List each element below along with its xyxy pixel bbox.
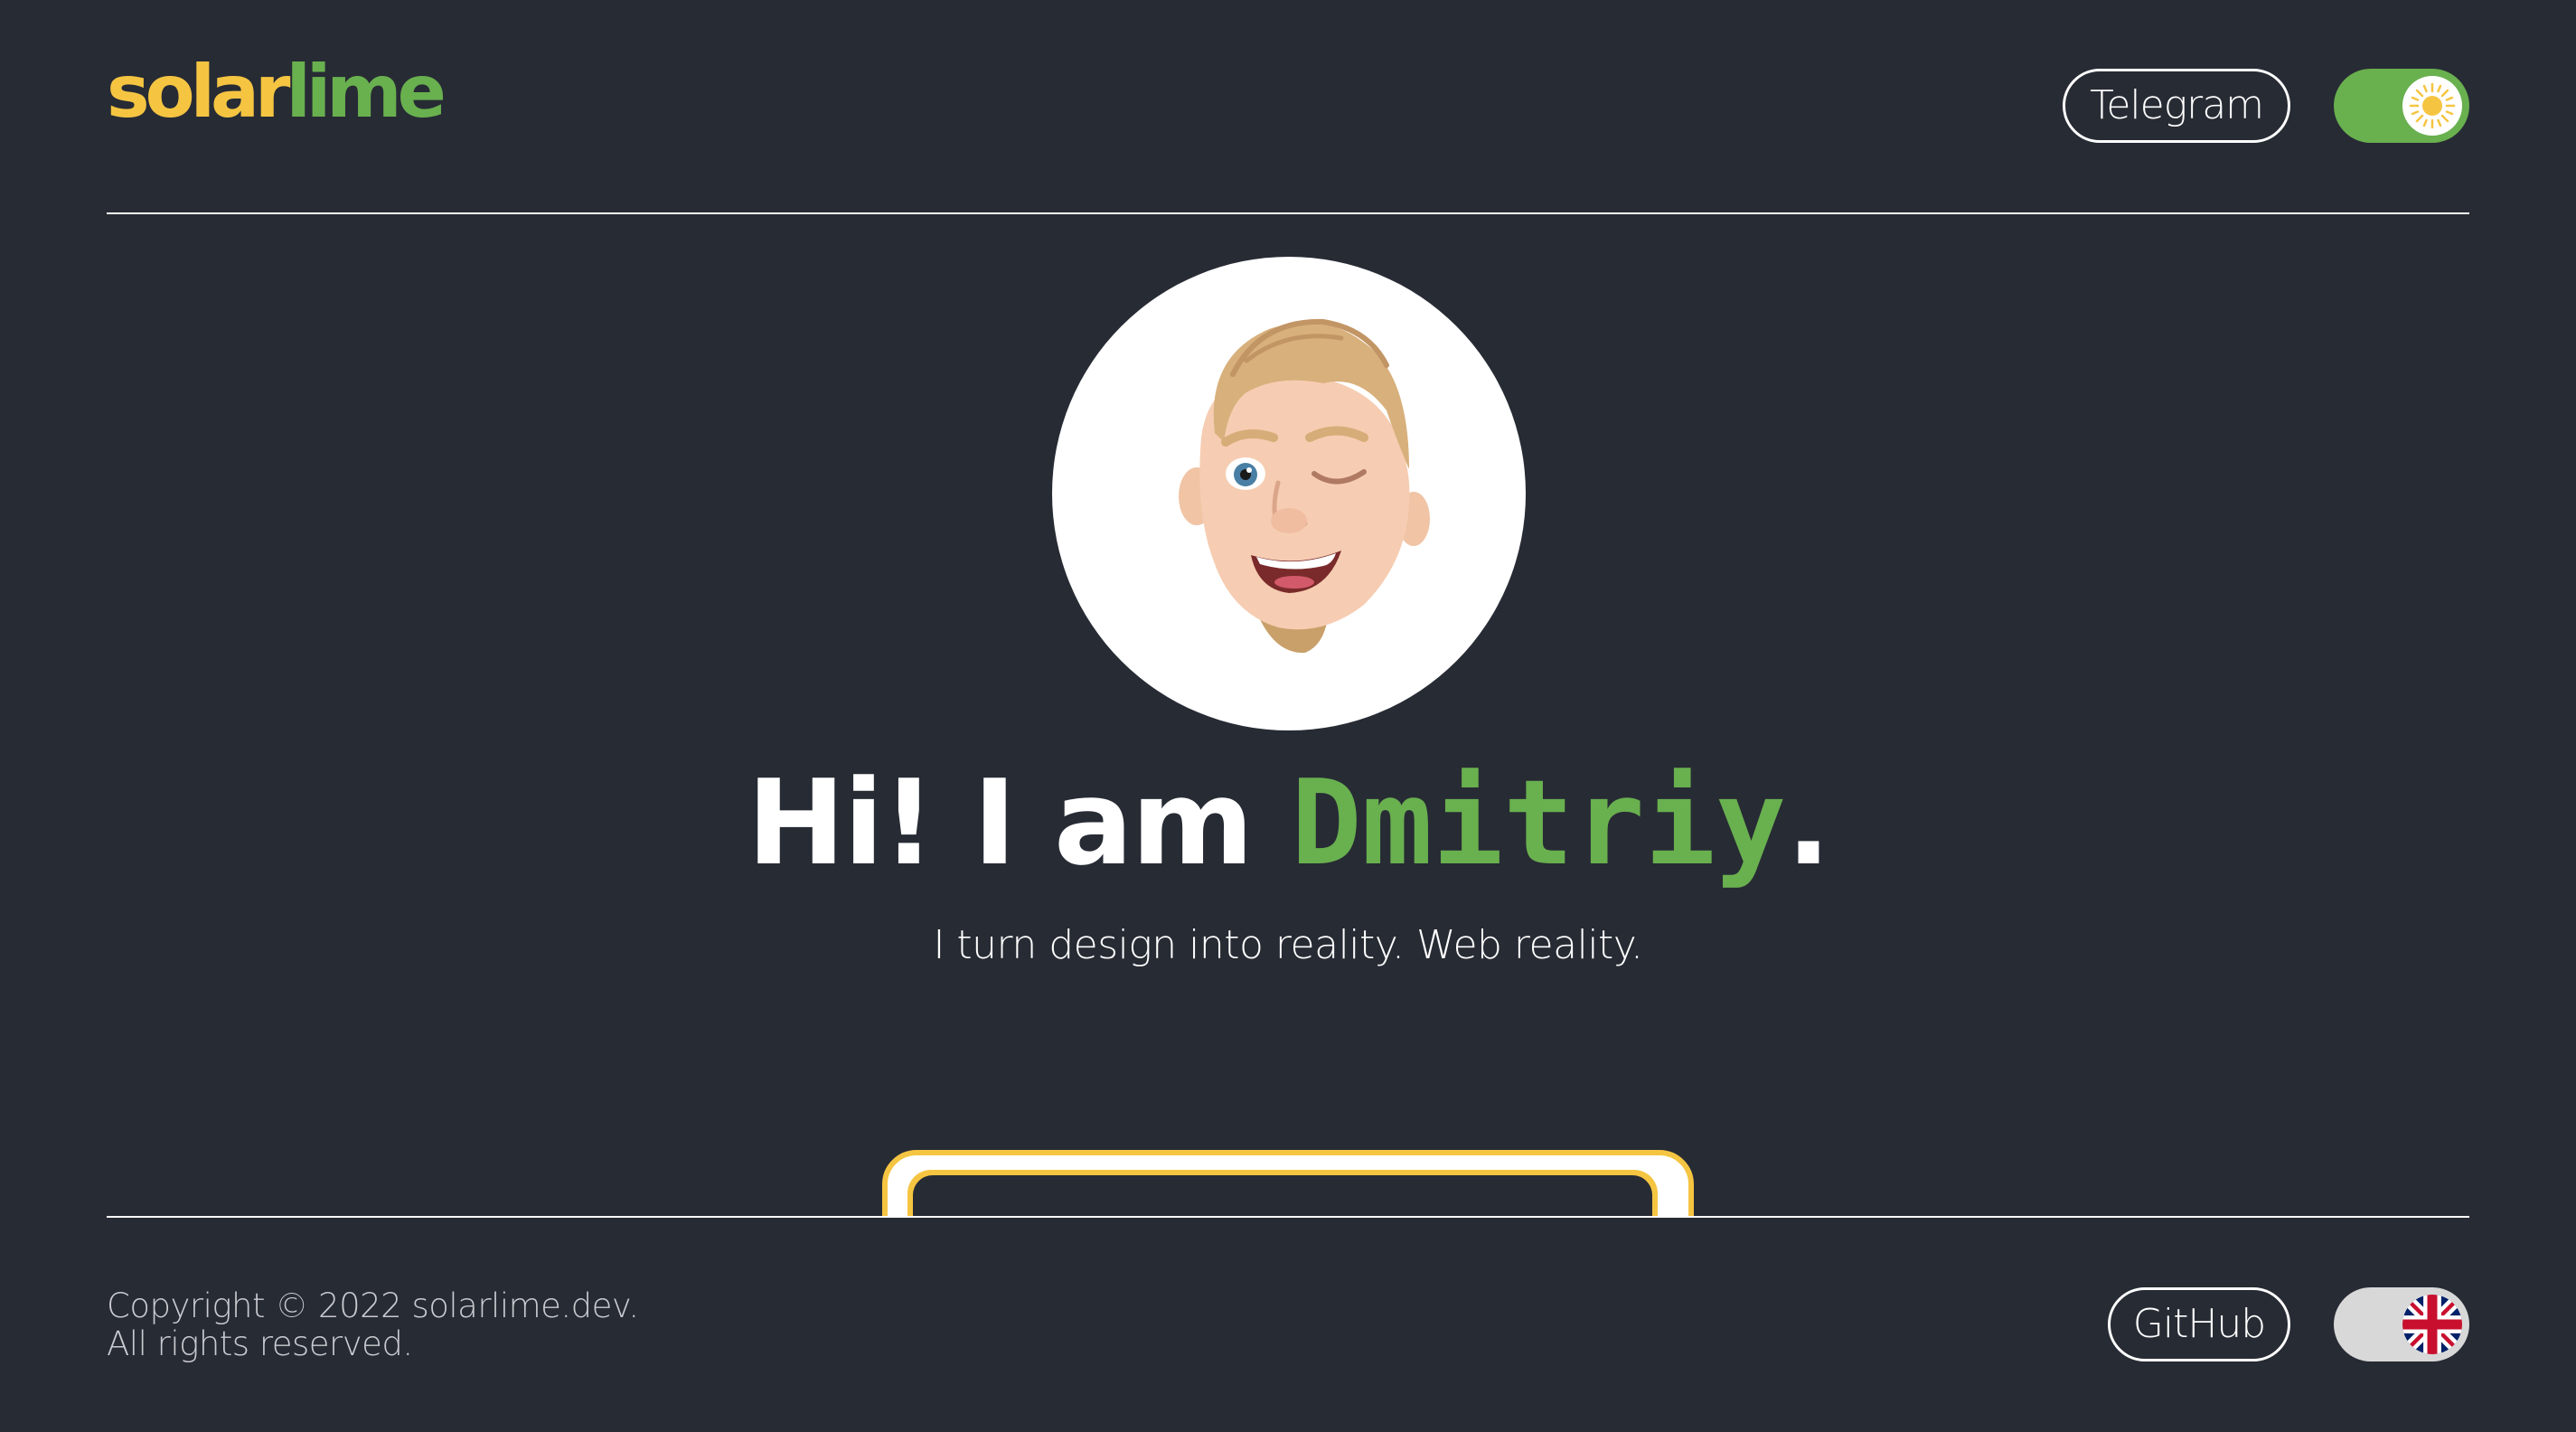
logo-lime: lime bbox=[286, 50, 446, 134]
avatar bbox=[1052, 257, 1526, 730]
logo-solar: solar bbox=[107, 50, 290, 134]
footer-divider bbox=[107, 1216, 2469, 1218]
rights-line: All rights reserved. bbox=[107, 1324, 413, 1363]
greeting-text: Hi! I am bbox=[747, 754, 1292, 891]
theme-toggle-knob bbox=[2402, 76, 2462, 136]
language-toggle-knob bbox=[2402, 1295, 2462, 1354]
theme-toggle[interactable] bbox=[2334, 69, 2469, 143]
device-frame bbox=[877, 1146, 1699, 1216]
copyright: Copyright © 2022 solarlime.dev. All righ… bbox=[107, 1287, 639, 1363]
page: solarlime Telegram Hi! I am Dmitriy. I t… bbox=[0, 0, 2576, 1432]
github-button[interactable]: GitHub bbox=[2108, 1287, 2290, 1361]
copyright-line: Copyright © 2022 solarlime.dev. bbox=[107, 1286, 639, 1325]
title-punctuation: . bbox=[1786, 754, 1830, 891]
tagline: I turn design into reality. Web reality. bbox=[933, 922, 1643, 968]
sun-icon bbox=[2409, 82, 2456, 129]
site-logo[interactable]: solarlime bbox=[107, 56, 447, 128]
header-divider bbox=[107, 212, 2469, 214]
language-toggle[interactable] bbox=[2334, 1287, 2469, 1361]
uk-flag-icon bbox=[2402, 1295, 2462, 1354]
name-highlight: Dmitriy bbox=[1291, 754, 1787, 891]
page-title: Hi! I am Dmitriy. bbox=[0, 759, 2576, 886]
device-screen bbox=[913, 1175, 1652, 1216]
telegram-button[interactable]: Telegram bbox=[2063, 69, 2290, 143]
memoji-avatar-icon bbox=[1179, 318, 1430, 654]
